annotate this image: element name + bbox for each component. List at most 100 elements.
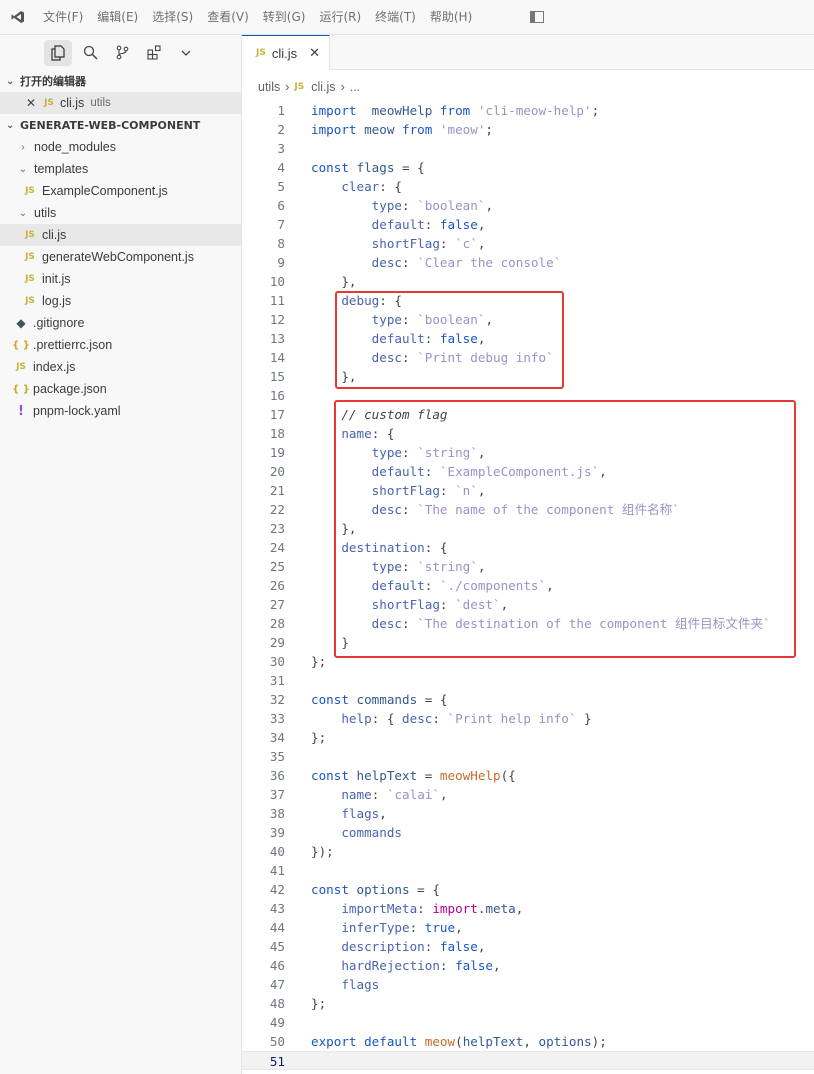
code-line[interactable]: 43 importMeta: import.meta, xyxy=(242,899,814,918)
open-editors-header[interactable]: ⌄ 打开的编辑器 xyxy=(0,70,241,92)
code-line[interactable]: 49 xyxy=(242,1013,814,1032)
tree-file[interactable]: ! pnpm-lock.yaml xyxy=(0,400,241,422)
code-line[interactable]: 51 xyxy=(242,1051,814,1070)
open-editor-item[interactable]: ✕ JS cli.js utils xyxy=(0,92,241,114)
open-editor-filename: cli.js xyxy=(60,96,85,110)
menu-item[interactable]: 终端(T) xyxy=(368,0,423,35)
menu-item[interactable]: 查看(V) xyxy=(200,0,256,35)
tree-folder[interactable]: ⌄ utils xyxy=(0,202,241,224)
code-line[interactable]: 38 flags, xyxy=(242,804,814,823)
tree-file[interactable]: JS index.js xyxy=(0,356,241,378)
code-line[interactable]: 1 import meowHelp from 'cli-meow-help'; xyxy=(242,101,814,120)
line-number: 43 xyxy=(269,901,285,916)
breadcrumb-more[interactable]: ... xyxy=(350,80,360,94)
code-line[interactable]: 10 }, xyxy=(242,272,814,291)
code-token: clear xyxy=(341,179,380,194)
tree-file[interactable]: ◆ .gitignore xyxy=(0,312,241,334)
code-line[interactable]: 8 shortFlag: `c`, xyxy=(242,234,814,253)
tree-file[interactable]: { } .prettierrc.json xyxy=(0,334,241,356)
code-line[interactable]: 35 xyxy=(242,747,814,766)
code-line[interactable]: 37 name: `calai`, xyxy=(242,785,814,804)
code-line[interactable]: 7 default: false, xyxy=(242,215,814,234)
tree-file[interactable]: JS init.js xyxy=(0,268,241,290)
menu-item[interactable]: 帮助(H) xyxy=(423,0,479,35)
code-line[interactable]: 50 export default meow(helpText, options)… xyxy=(242,1032,814,1051)
code-line[interactable]: 47 flags xyxy=(242,975,814,994)
code-line[interactable]: 41 xyxy=(242,861,814,880)
tree-file[interactable]: JS ExampleComponent.js xyxy=(0,180,241,202)
tree-file[interactable]: { } package.json xyxy=(0,378,241,400)
tree-file[interactable]: JS log.js xyxy=(0,290,241,312)
close-icon[interactable]: ✕ xyxy=(309,45,320,61)
menu-item[interactable]: 编辑(E) xyxy=(90,0,145,35)
javascript-file-icon: JS xyxy=(256,48,266,58)
code-token: , xyxy=(379,806,387,821)
code-line[interactable]: 33 help: { desc: `Print help info` } xyxy=(242,709,814,728)
code-token: import xyxy=(311,103,357,118)
extensions-icon[interactable] xyxy=(140,40,168,66)
tree-label: package.json xyxy=(33,382,107,396)
code-token: meow xyxy=(356,122,395,137)
tree-folder[interactable]: › node_modules xyxy=(0,136,241,158)
code-token: const xyxy=(311,768,349,783)
code-token: }; xyxy=(311,996,327,1011)
code-line[interactable]: 4 const flags = { xyxy=(242,158,814,177)
menu-item[interactable]: 选择(S) xyxy=(145,0,200,35)
menu-item[interactable]: 转到(G) xyxy=(256,0,313,35)
code-text: type: `boolean`, xyxy=(311,196,493,215)
search-icon[interactable] xyxy=(76,40,104,66)
explorer-icon[interactable] xyxy=(44,39,72,66)
source-control-icon[interactable] xyxy=(108,40,136,66)
line-number: 6 xyxy=(277,198,285,213)
javascript-file-icon: JS xyxy=(294,81,305,92)
code-line[interactable]: 3 xyxy=(242,139,814,158)
tree-folder[interactable]: ⌄ templates xyxy=(0,158,241,180)
tree-label: utils xyxy=(34,206,57,220)
code-line[interactable]: 45 description: false, xyxy=(242,937,814,956)
line-number: 31 xyxy=(269,673,285,688)
code-token: default xyxy=(371,217,425,232)
line-number: 7 xyxy=(277,217,285,232)
toggle-sidebar-icon[interactable] xyxy=(529,9,545,25)
code-line[interactable]: 5 clear: { xyxy=(242,177,814,196)
code-token: : xyxy=(432,711,448,726)
breadcrumb: utils › JS cli.js › ... xyxy=(258,70,360,103)
code-line[interactable]: 40}); xyxy=(242,842,814,861)
tree-label: templates xyxy=(34,162,89,176)
code-token: , xyxy=(493,958,501,973)
code-line[interactable]: 32 const commands = { xyxy=(242,690,814,709)
project-folder-header[interactable]: ⌄ GENERATE-WEB-COMPONENT xyxy=(0,114,241,136)
code-token: type xyxy=(371,198,403,213)
close-icon[interactable]: ✕ xyxy=(22,96,40,110)
code-line[interactable]: 46 hardRejection: false, xyxy=(242,956,814,975)
code-token: 'cli-meow-help' xyxy=(477,103,592,118)
breadcrumb-folder[interactable]: utils xyxy=(258,80,280,94)
tree-file[interactable]: JS generateWebComponent.js xyxy=(0,246,241,268)
more-views-chevron-down-icon[interactable] xyxy=(172,40,200,66)
code-line[interactable]: 2 import meow from 'meow'; xyxy=(242,120,814,139)
code-line[interactable]: 34}; xyxy=(242,728,814,747)
code-line[interactable]: 31 xyxy=(242,671,814,690)
javascript-file-icon: JS xyxy=(25,230,35,240)
menu-item[interactable]: 运行(R) xyxy=(312,0,368,35)
code-line[interactable]: 39 commands xyxy=(242,823,814,842)
code-line[interactable]: 6 type: `boolean`, xyxy=(242,196,814,215)
tree-file[interactable]: JS cli.js xyxy=(0,224,241,246)
line-number: 12 xyxy=(269,312,285,327)
tree-label: init.js xyxy=(42,272,71,286)
code-line[interactable]: 48}; xyxy=(242,994,814,1013)
json-file-icon: { } xyxy=(12,383,30,395)
editor-tab-bar: JS cli.js ✕ xyxy=(242,35,814,70)
code-line[interactable]: 9 desc: `Clear the console` xyxy=(242,253,814,272)
code-text: const options = { xyxy=(311,880,440,899)
code-line[interactable]: 42 const options = { xyxy=(242,880,814,899)
line-number: 44 xyxy=(269,920,285,935)
menu-item[interactable]: 文件(F) xyxy=(36,0,90,35)
tab-cli-js[interactable]: JS cli.js ✕ xyxy=(242,35,330,70)
tree-label: ExampleComponent.js xyxy=(42,184,168,198)
breadcrumb-file[interactable]: cli.js xyxy=(311,80,335,94)
code-line[interactable]: 44 inferType: true, xyxy=(242,918,814,937)
code-line[interactable]: 36 const helpText = meowHelp({ xyxy=(242,766,814,785)
